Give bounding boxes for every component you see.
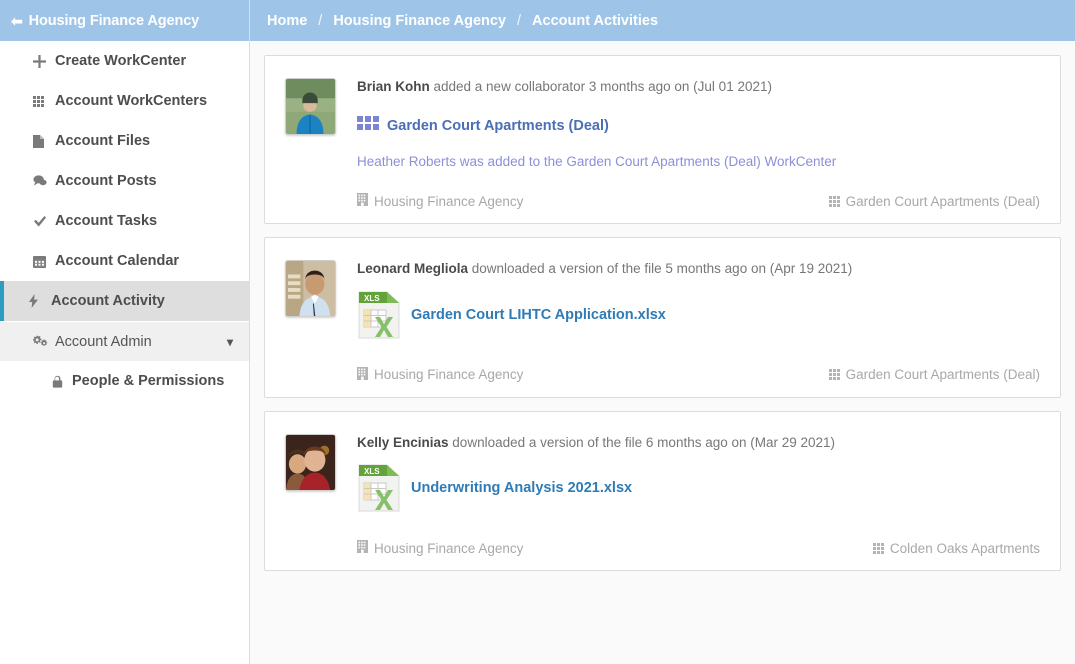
svg-text:XLS: XLS	[364, 294, 380, 303]
activity-subject-row: Garden Court Apartments (Deal)	[357, 115, 1040, 137]
grid-icon	[33, 96, 52, 107]
chevron-down-icon[interactable]: ▾	[227, 335, 233, 349]
sidebar-account-header[interactable]: ⬅ Housing Finance Agency	[0, 0, 249, 41]
activity-card-footer: Housing Finance Agency Garden Court Apar…	[357, 367, 1040, 383]
footer-workcenter-label: Garden Court Apartments (Deal)	[846, 367, 1040, 382]
activity-subject-row: XLS Garden Court	[357, 290, 1040, 340]
activity-action: added a new collaborator 3 months ago on…	[430, 79, 772, 94]
calendar-icon	[33, 255, 52, 268]
breadcrumb-item-home[interactable]: Home	[267, 13, 307, 29]
breadcrumb-item-account[interactable]: Housing Finance Agency	[333, 13, 506, 29]
app-root: ⬅ Housing Finance Agency Create WorkCent…	[0, 0, 1075, 664]
sidebar-item-account-activity[interactable]: Account Activity	[0, 281, 249, 321]
avatar[interactable]	[285, 434, 336, 491]
actor-name[interactable]: Kelly Encinias	[357, 435, 449, 450]
breadcrumb-item-current: Account Activities	[532, 13, 658, 29]
grid-icon	[873, 543, 884, 554]
footer-workcenter[interactable]: Garden Court Apartments (Deal)	[829, 194, 1040, 209]
sidebar-item-label: Account Activity	[51, 293, 165, 309]
activity-card-content: Leonard Megliola downloaded a version of…	[357, 260, 1040, 383]
activity-card-footer: Housing Finance Agency Garden Court Apar…	[357, 193, 1040, 209]
sidebar-item-create-workcenter[interactable]: Create WorkCenter	[0, 41, 249, 81]
breadcrumb: Home / Housing Finance Agency / Account …	[250, 0, 1075, 41]
activity-card-content: Kelly Encinias downloaded a version of t…	[357, 434, 1040, 557]
gears-icon	[33, 335, 52, 348]
check-icon	[33, 216, 52, 227]
sidebar-item-label: Account Posts	[55, 173, 157, 189]
sidebar-item-account-calendar[interactable]: Account Calendar	[0, 241, 249, 281]
sidebar-item-label: Account Calendar	[55, 253, 179, 269]
footer-account[interactable]: Housing Finance Agency	[357, 540, 523, 556]
xls-file-icon: XLS	[357, 463, 401, 513]
sidebar-item-account-tasks[interactable]: Account Tasks	[0, 201, 249, 241]
avatar[interactable]	[285, 260, 336, 317]
footer-workcenter-label: Colden Oaks Apartments	[890, 541, 1040, 556]
sidebar-item-label: Account WorkCenters	[55, 93, 207, 109]
footer-account[interactable]: Housing Finance Agency	[357, 367, 523, 383]
activity-card: Brian Kohn added a new collaborator 3 mo…	[264, 55, 1061, 224]
xls-file-icon: XLS	[357, 290, 401, 340]
activity-subject-row: XLS Underwriting	[357, 463, 1040, 513]
sidebar-item-account-admin[interactable]: Account Admin ▾	[0, 321, 249, 361]
building-icon	[357, 193, 368, 209]
activity-action: downloaded a version of the file 5 month…	[468, 261, 852, 276]
footer-account-label: Housing Finance Agency	[374, 367, 523, 382]
actor-name[interactable]: Leonard Megliola	[357, 261, 468, 276]
svg-text:XLS: XLS	[364, 467, 380, 476]
file-icon	[33, 135, 52, 148]
sidebar-item-label: Account Tasks	[55, 213, 157, 229]
footer-workcenter[interactable]: Garden Court Apartments (Deal)	[829, 367, 1040, 382]
building-icon	[357, 367, 368, 383]
building-icon	[357, 540, 368, 556]
activity-card-body: Brian Kohn added a new collaborator 3 mo…	[285, 78, 1040, 209]
grid-icon	[357, 116, 379, 136]
activity-description[interactable]: Heather Roberts was added to the Garden …	[357, 153, 1040, 171]
activity-line: Leonard Megliola downloaded a version of…	[357, 260, 1040, 278]
footer-workcenter-label: Garden Court Apartments (Deal)	[846, 194, 1040, 209]
footer-account-label: Housing Finance Agency	[374, 541, 523, 556]
actor-name[interactable]: Brian Kohn	[357, 79, 430, 94]
sidebar-item-account-files[interactable]: Account Files	[0, 121, 249, 161]
footer-account[interactable]: Housing Finance Agency	[357, 193, 523, 209]
sidebar-item-label: Account Admin	[55, 334, 152, 350]
breadcrumb-separator: /	[318, 13, 322, 29]
plus-icon	[33, 55, 52, 68]
activity-subject-link[interactable]: Garden Court Apartments (Deal)	[387, 118, 609, 134]
avatar[interactable]	[285, 78, 336, 135]
activity-line: Kelly Encinias downloaded a version of t…	[357, 434, 1040, 452]
sidebar-item-account-workcenters[interactable]: Account WorkCenters	[0, 81, 249, 121]
sidebar-item-account-posts[interactable]: Account Posts	[0, 161, 249, 201]
activity-line: Brian Kohn added a new collaborator 3 mo…	[357, 78, 1040, 96]
comments-icon	[33, 175, 52, 187]
activity-card: Leonard Megliola downloaded a version of…	[264, 237, 1061, 398]
grid-icon	[829, 196, 840, 207]
activity-card-footer: Housing Finance Agency Colden Oaks Apart…	[357, 540, 1040, 556]
grid-icon	[829, 369, 840, 380]
breadcrumb-separator: /	[517, 13, 521, 29]
activity-card-body: Kelly Encinias downloaded a version of t…	[285, 434, 1040, 557]
activity-action: downloaded a version of the file 6 month…	[449, 435, 836, 450]
main-content: Home / Housing Finance Agency / Account …	[250, 0, 1075, 664]
activity-subject-link[interactable]: Underwriting Analysis 2021.xlsx	[411, 480, 632, 496]
footer-account-label: Housing Finance Agency	[374, 194, 523, 209]
sidebar-item-label: Create WorkCenter	[55, 53, 186, 69]
activity-feed: Brian Kohn added a new collaborator 3 mo…	[250, 41, 1075, 571]
sidebar-account-title: Housing Finance Agency	[29, 13, 199, 29]
sidebar-nav: Create WorkCenter Account WorkCenters Ac…	[0, 41, 249, 401]
footer-workcenter[interactable]: Colden Oaks Apartments	[873, 541, 1040, 556]
activity-card-body: Leonard Megliola downloaded a version of…	[285, 260, 1040, 383]
activity-subject-link[interactable]: Garden Court LIHTC Application.xlsx	[411, 307, 666, 323]
sidebar: ⬅ Housing Finance Agency Create WorkCent…	[0, 0, 250, 664]
lock-icon	[52, 375, 69, 388]
arrow-left-icon: ⬅	[11, 14, 23, 28]
sidebar-item-label: People & Permissions	[72, 373, 224, 389]
activity-card-content: Brian Kohn added a new collaborator 3 mo…	[357, 78, 1040, 209]
sidebar-item-label: Account Files	[55, 133, 150, 149]
activity-card: Kelly Encinias downloaded a version of t…	[264, 411, 1061, 572]
sidebar-item-people-permissions[interactable]: People & Permissions	[0, 361, 249, 401]
bolt-icon	[29, 294, 48, 308]
